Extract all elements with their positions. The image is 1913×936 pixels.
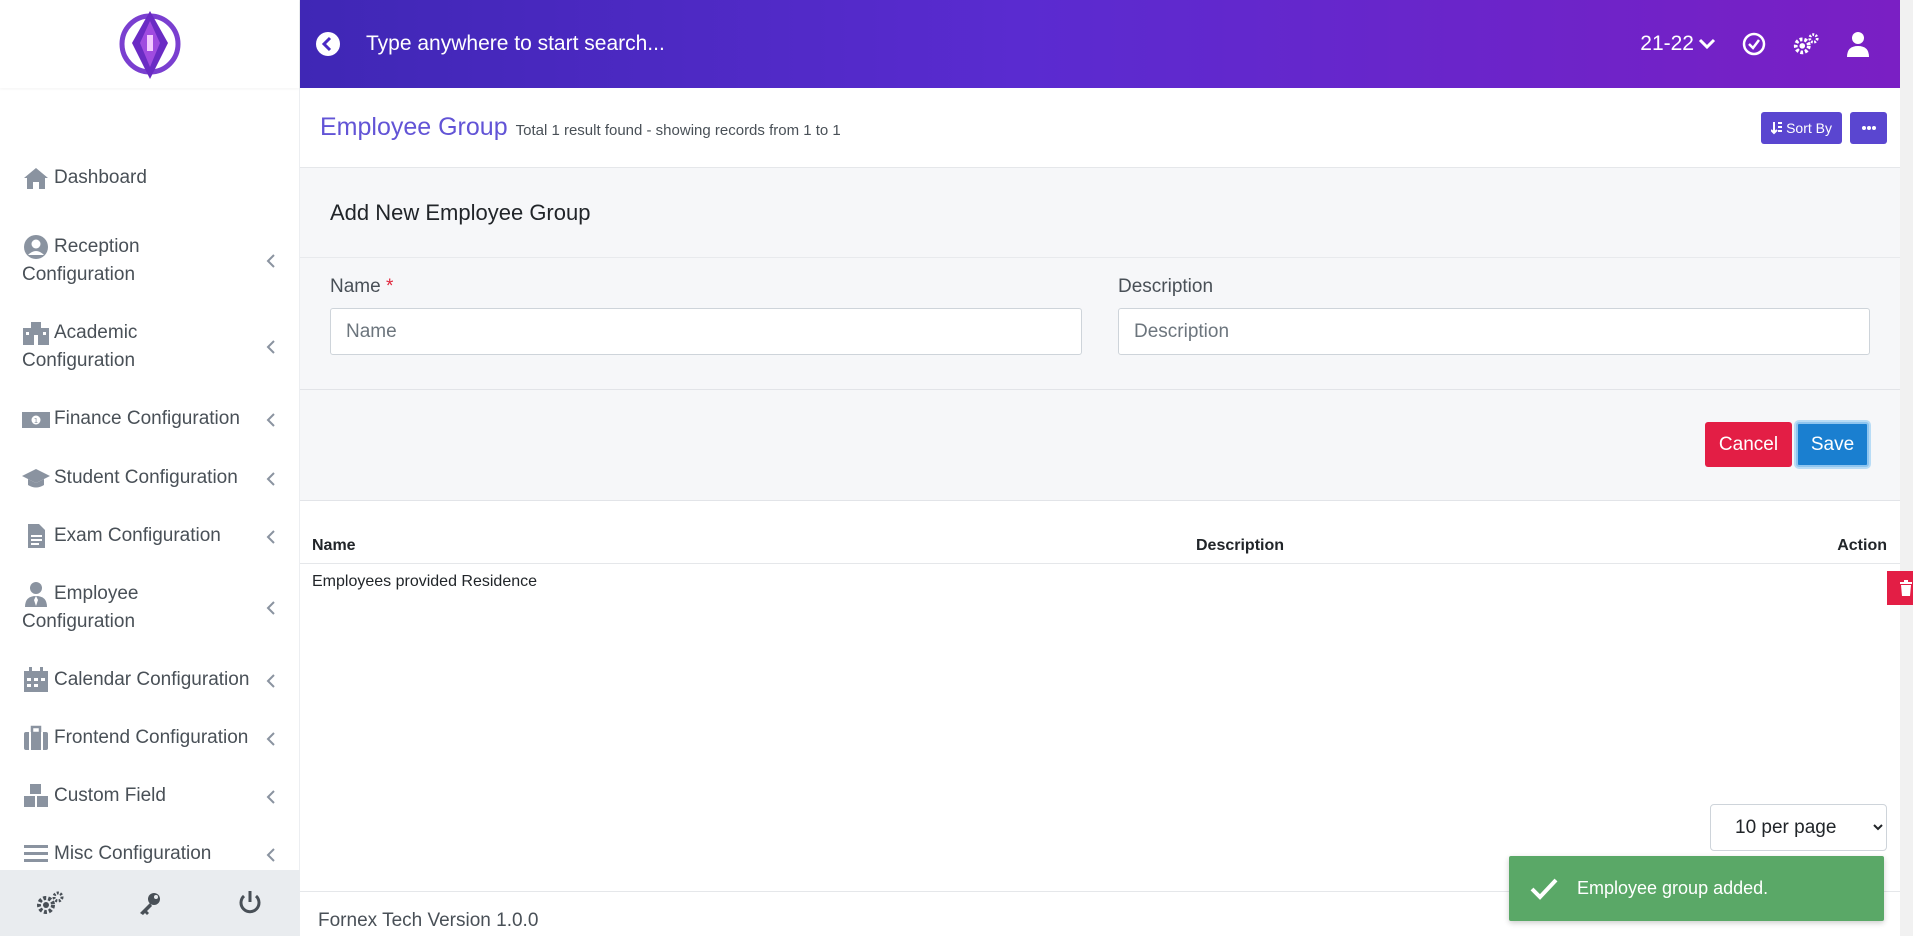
academic-year-dropdown[interactable]: 21-22: [1640, 32, 1716, 56]
table-row: Employees provided Residence: [300, 564, 1913, 614]
version-text: Fornex Tech Version 1.0.0: [318, 910, 539, 931]
description-input[interactable]: [1118, 308, 1870, 355]
logo[interactable]: [0, 0, 299, 88]
per-page-select[interactable]: 10 per page: [1710, 804, 1887, 851]
home-icon: [22, 164, 54, 192]
sidebar-item-calendar-configuration[interactable]: Calendar Configuration: [0, 666, 300, 696]
chevron-left-icon: [266, 254, 275, 268]
sidebar-item-student-configuration[interactable]: Student Configuration: [0, 464, 300, 494]
ellipsis-icon: [1861, 126, 1876, 130]
chevron-left-icon: [266, 790, 275, 804]
sidebar-item-reception-configuration[interactable]: Reception Configuration: [0, 233, 300, 289]
file-icon: [22, 522, 54, 550]
trash-icon: [1899, 580, 1912, 596]
svg-text:1: 1: [34, 417, 38, 425]
form-heading: Add New Employee Group: [300, 168, 1900, 258]
form-fields: Name * Description: [300, 258, 1900, 390]
brand-logo-icon: [119, 11, 180, 79]
column-header-action: Action: [1837, 537, 1887, 554]
name-field-group: Name *: [330, 276, 1082, 355]
toast-message: Employee group added.: [1577, 878, 1769, 898]
school-icon: [22, 319, 54, 347]
user-tie-icon: [22, 580, 54, 608]
chevron-left-icon: [266, 601, 275, 615]
sidebar-footer: [0, 870, 300, 936]
header-actions: Sort By: [1761, 112, 1887, 144]
money-bill-icon: 1: [22, 405, 54, 433]
cogs-icon[interactable]: [1792, 30, 1820, 58]
chevron-left-icon: [266, 674, 275, 688]
page-scrollbar[interactable]: [1900, 0, 1913, 936]
sidebar-item-dashboard[interactable]: Dashboard: [0, 160, 300, 204]
sidebar-item-label: Misc Configuration: [54, 843, 212, 864]
page-header: Employee Group Total 1 result found - sh…: [300, 88, 1900, 168]
required-marker: *: [385, 276, 394, 297]
chevron-down-icon: [1698, 38, 1716, 50]
delete-button[interactable]: [1887, 571, 1913, 605]
sidebar-item-employee-configuration[interactable]: Employee Configuration: [0, 580, 300, 636]
bars-icon: [22, 840, 54, 868]
graduation-cap-icon: [22, 464, 54, 492]
settings-icon[interactable]: [30, 883, 70, 923]
column-header-description[interactable]: Description: [1196, 537, 1284, 555]
sidebar-item-exam-configuration[interactable]: Exam Configuration: [0, 522, 300, 552]
user-circle-icon: [22, 233, 54, 261]
name-input[interactable]: [330, 308, 1082, 355]
topbar: 21-22: [300, 0, 1900, 88]
sidebar-item-label: Finance Configuration: [54, 408, 240, 429]
employee-group-table: Name Description Action Employees provid…: [300, 528, 1913, 614]
back-arrow-icon[interactable]: [314, 30, 342, 58]
topbar-actions: 21-22: [1640, 0, 1872, 88]
page-title: Employee Group: [320, 113, 508, 141]
chevron-left-icon: [266, 848, 275, 862]
calendar-icon: [22, 666, 54, 694]
user-icon[interactable]: [1844, 30, 1872, 58]
sidebar-item-academic-configuration[interactable]: Academic Configuration: [0, 319, 300, 375]
check-icon: [1530, 878, 1558, 900]
search-input[interactable]: [366, 32, 1166, 56]
name-label: Name *: [330, 276, 394, 297]
main-content: Employee Group Total 1 result found - sh…: [300, 88, 1913, 936]
check-circle-icon[interactable]: [1740, 30, 1768, 58]
column-header-name[interactable]: Name: [312, 537, 356, 555]
power-icon[interactable]: [230, 883, 270, 923]
success-toast[interactable]: Employee group added.: [1509, 856, 1884, 921]
sidebar-item-label: Exam Configuration: [54, 525, 221, 546]
more-options-button[interactable]: [1850, 112, 1887, 144]
sort-by-label: Sort By: [1786, 120, 1832, 136]
sidebar-item-custom-field[interactable]: Custom Field: [0, 782, 300, 812]
cell-name: Employees provided Residence: [312, 573, 538, 590]
sidebar-item-finance-configuration[interactable]: 1 Finance Configuration: [0, 405, 300, 435]
sidebar-nav: Dashboard Reception Configuration Academ…: [0, 160, 300, 870]
sidebar-item-label: Frontend Configuration: [54, 727, 249, 748]
add-employee-group-form: Add New Employee Group Name * Descriptio…: [300, 168, 1900, 501]
chevron-left-icon: [266, 413, 275, 427]
chevron-left-icon: [266, 732, 275, 746]
description-label: Description: [1118, 276, 1214, 297]
sidebar-item-label: Custom Field: [54, 785, 166, 806]
sidebar-item-frontend-configuration[interactable]: Frontend Configuration: [0, 724, 300, 754]
save-button[interactable]: Save: [1796, 422, 1869, 467]
sidebar-item-misc-configuration[interactable]: Misc Configuration: [0, 840, 300, 870]
form-actions: Cancel Save: [300, 390, 1900, 500]
app-root: Dashboard Reception Configuration Academ…: [0, 0, 1913, 936]
sort-by-button[interactable]: Sort By: [1761, 112, 1842, 144]
chevron-left-icon: [266, 472, 275, 486]
suitcase-icon: [22, 724, 54, 752]
chevron-left-icon: [266, 340, 275, 354]
key-icon[interactable]: [130, 883, 170, 923]
chevron-left-icon: [266, 530, 275, 544]
sidebar: Dashboard Reception Configuration Academ…: [0, 0, 300, 936]
cancel-button[interactable]: Cancel: [1705, 422, 1792, 467]
sidebar-item-label: Student Configuration: [54, 467, 238, 488]
sort-icon: [1771, 122, 1783, 135]
sidebar-item-label: Dashboard: [54, 167, 147, 188]
result-summary: Total 1 result found - showing records f…: [515, 122, 841, 139]
description-field-group: Description: [1118, 276, 1870, 355]
sidebar-item-label: Calendar Configuration: [54, 669, 250, 690]
cubes-icon: [22, 782, 54, 810]
academic-year-label: 21-22: [1640, 32, 1694, 55]
table-header: Name Description Action: [300, 528, 1900, 564]
